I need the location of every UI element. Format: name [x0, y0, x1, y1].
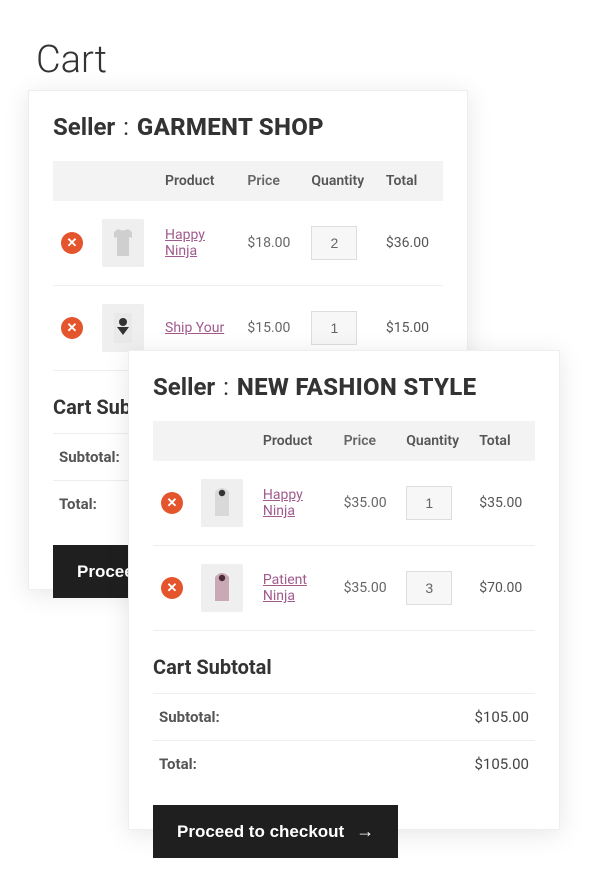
subtotal-value: $105.00 — [474, 708, 529, 726]
table-row: ✕ Happy Ninja $18.00 $36.00 — [53, 201, 443, 286]
item-price: $35.00 — [336, 546, 399, 631]
item-total: $35.00 — [471, 461, 535, 546]
subtotal-label: Subtotal: — [59, 448, 120, 466]
colon: : — [115, 113, 137, 141]
table-header-row: Product Price Quantity Total — [153, 421, 535, 461]
product-link[interactable]: Ship Your — [165, 320, 224, 336]
col-quantity: Quantity — [398, 421, 471, 461]
product-link[interactable]: Happy Ninja — [165, 227, 205, 259]
arrow-right-icon: → — [356, 821, 374, 842]
product-thumbnail[interactable] — [102, 219, 144, 267]
col-total: Total — [378, 161, 443, 201]
checkout-label: Proceed to checkout — [177, 822, 344, 842]
seller-header: Seller : NEW FASHION STYLE — [153, 373, 535, 401]
item-total: $70.00 — [471, 546, 535, 631]
col-quantity: Quantity — [303, 161, 378, 201]
item-total: $36.00 — [378, 201, 443, 286]
col-price: Price — [239, 161, 303, 201]
quantity-input[interactable] — [406, 571, 452, 605]
total-row: Total: $105.00 — [153, 740, 535, 787]
total-value: $105.00 — [474, 755, 529, 773]
cart-subtotal-title: Cart Subtotal — [153, 655, 535, 679]
item-price: $35.00 — [336, 461, 399, 546]
seller-name: NEW FASHION STYLE — [237, 373, 476, 401]
product-thumbnail[interactable] — [102, 304, 144, 352]
remove-icon[interactable]: ✕ — [161, 492, 183, 514]
quantity-input[interactable] — [311, 311, 357, 345]
total-label: Total: — [159, 755, 197, 773]
cart-table: Product Price Quantity Total ✕ Happy Nin… — [53, 161, 443, 371]
total-label: Total: — [59, 495, 97, 513]
table-row: ✕ Patient Ninja $35.00 $70.00 — [153, 546, 535, 631]
table-row: ✕ Happy Ninja $35.00 $35.00 — [153, 461, 535, 546]
subtotal-row: Subtotal: $105.00 — [153, 693, 535, 740]
product-thumbnail[interactable] — [201, 564, 243, 612]
page-title: Cart — [36, 38, 107, 82]
table-header-row: Product Price Quantity Total — [53, 161, 443, 201]
seller-name: GARMENT SHOP — [137, 113, 324, 141]
quantity-input[interactable] — [406, 486, 452, 520]
seller-cart-card: Seller : NEW FASHION STYLE Product Price… — [128, 350, 560, 830]
proceed-to-checkout-button[interactable]: Proceed to checkout → — [153, 805, 398, 858]
col-product: Product — [255, 421, 336, 461]
remove-icon[interactable]: ✕ — [61, 317, 83, 339]
col-product: Product — [157, 161, 239, 201]
product-link[interactable]: Patient Ninja — [263, 572, 307, 604]
product-thumbnail[interactable] — [201, 479, 243, 527]
seller-label: Seller — [53, 113, 115, 141]
col-total: Total — [471, 421, 535, 461]
col-price: Price — [336, 421, 399, 461]
cart-table: Product Price Quantity Total ✕ Happy Nin… — [153, 421, 535, 631]
seller-header: Seller : GARMENT SHOP — [53, 113, 443, 141]
quantity-input[interactable] — [311, 226, 357, 260]
item-price: $18.00 — [239, 201, 303, 286]
product-link[interactable]: Happy Ninja — [263, 487, 303, 519]
remove-icon[interactable]: ✕ — [161, 577, 183, 599]
remove-icon[interactable]: ✕ — [61, 232, 83, 254]
colon: : — [215, 373, 237, 401]
subtotal-label: Subtotal: — [159, 708, 220, 726]
seller-label: Seller — [153, 373, 215, 401]
